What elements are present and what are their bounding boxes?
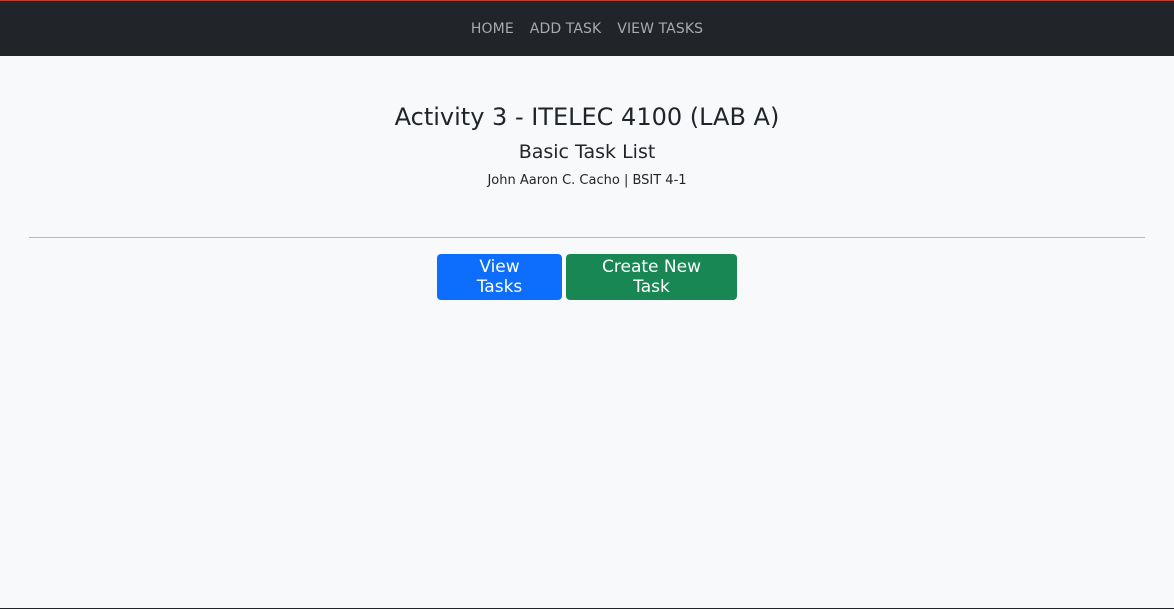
create-new-task-button[interactable]: Create New Task <box>566 254 737 300</box>
page-header: Activity 3 - ITELEC 4100 (LAB A) Basic T… <box>0 56 1174 190</box>
author-info: John Aaron C. Cacho | BSIT 4-1 <box>487 173 687 188</box>
page-subtitle: Basic Task List <box>518 141 656 163</box>
divider <box>29 237 1145 238</box>
nav-home-link[interactable]: HOME <box>471 21 514 37</box>
nav-add-task-link[interactable]: ADD TASK <box>530 21 602 37</box>
page: HOME ADD TASK VIEW TASKS Activity 3 - IT… <box>0 0 1174 609</box>
nav-view-tasks-link[interactable]: VIEW TASKS <box>617 21 703 37</box>
page-title: Activity 3 - ITELEC 4100 (LAB A) <box>394 103 780 131</box>
action-buttons: View Tasks Create New Task <box>0 254 1174 300</box>
top-navbar: HOME ADD TASK VIEW TASKS <box>0 1 1174 56</box>
view-tasks-button[interactable]: View Tasks <box>437 254 562 300</box>
